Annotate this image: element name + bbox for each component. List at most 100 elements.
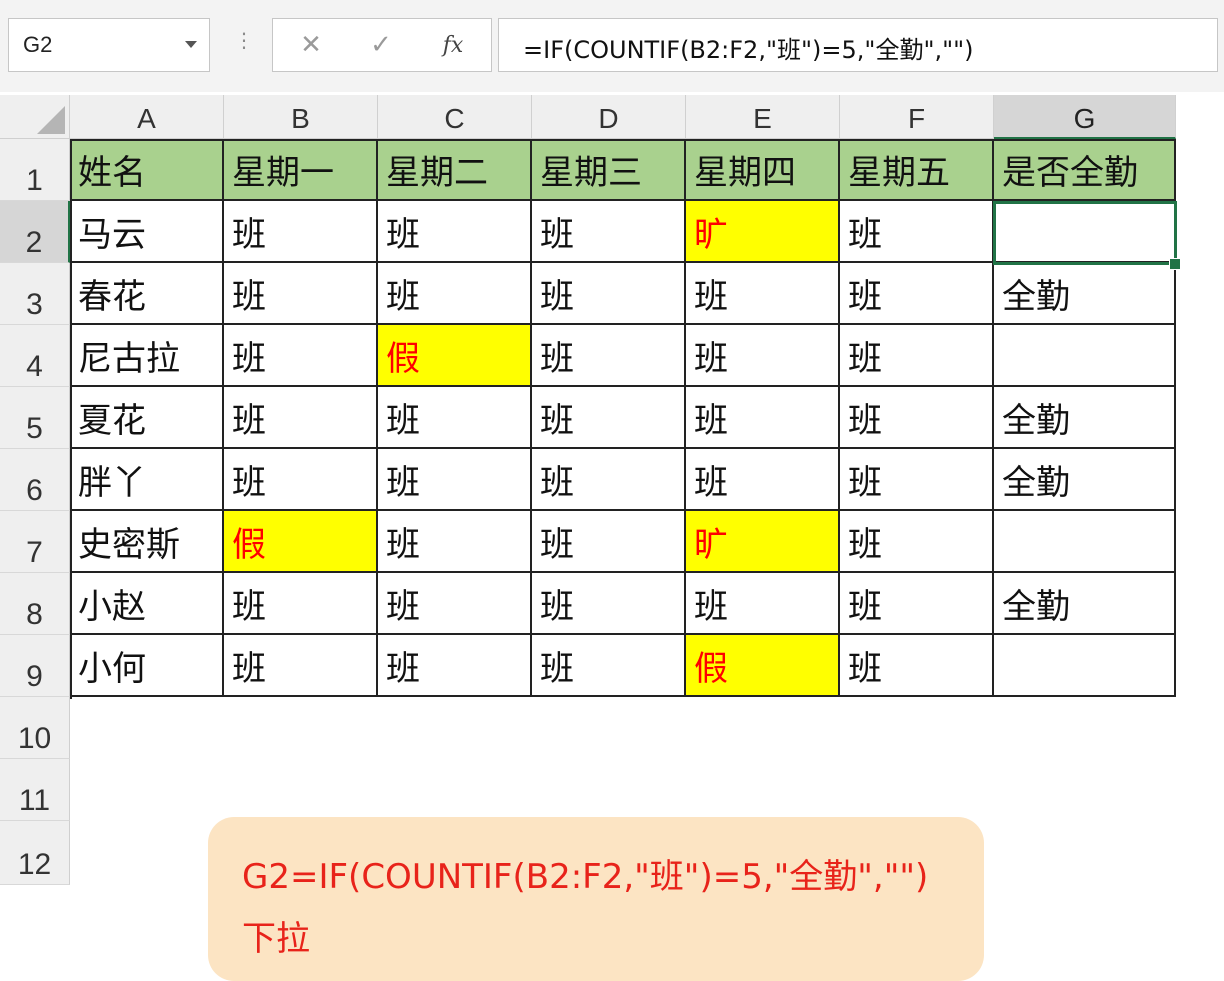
table-cell[interactable]: 班 bbox=[532, 263, 686, 325]
row-header-8[interactable]: 8 bbox=[0, 573, 70, 635]
table-cell[interactable]: 班 bbox=[686, 325, 840, 387]
row-header-6[interactable]: 6 bbox=[0, 449, 70, 511]
table-cell[interactable]: 班 bbox=[224, 449, 378, 511]
table-cell[interactable]: 班 bbox=[686, 449, 840, 511]
table-cell[interactable] bbox=[994, 635, 1176, 697]
formula-buttons: ✕ ✓ fx bbox=[272, 18, 492, 72]
table-header-cell[interactable]: 姓名 bbox=[70, 139, 224, 201]
more-options-icon[interactable]: ⋮ bbox=[234, 30, 254, 50]
table-cell[interactable] bbox=[994, 325, 1176, 387]
table-cell[interactable]: 班 bbox=[224, 325, 378, 387]
formula-input[interactable]: =IF(COUNTIF(B2:F2,"班")=5,"全勤","") bbox=[498, 18, 1218, 72]
row-header-1[interactable]: 1 bbox=[0, 139, 70, 201]
column-header-g[interactable]: G bbox=[994, 95, 1176, 139]
table-cell[interactable]: 班 bbox=[532, 511, 686, 573]
table-cell[interactable]: 班 bbox=[378, 263, 532, 325]
insert-function-icon[interactable]: fx bbox=[423, 19, 483, 71]
row-header-9[interactable]: 9 bbox=[0, 635, 70, 697]
formula-bar: G2 ⋮ ✕ ✓ fx =IF(COUNTIF(B2:F2,"班")=5,"全勤… bbox=[0, 0, 1224, 92]
select-all-icon bbox=[37, 106, 65, 134]
table-cell[interactable]: 班 bbox=[686, 573, 840, 635]
table-cell[interactable]: 小赵 bbox=[70, 573, 224, 635]
row-header-4[interactable]: 4 bbox=[0, 325, 70, 387]
table-cell[interactable]: 全勤 bbox=[994, 387, 1176, 449]
active-cell-selection[interactable] bbox=[993, 201, 1177, 265]
select-all-button[interactable] bbox=[0, 95, 70, 139]
table-cell[interactable]: 班 bbox=[840, 201, 994, 263]
table-cell[interactable]: 班 bbox=[840, 449, 994, 511]
column-header-b[interactable]: B bbox=[224, 95, 378, 139]
row-header-12[interactable]: 12 bbox=[0, 821, 70, 885]
table-header-cell[interactable]: 星期五 bbox=[840, 139, 994, 201]
table-cell[interactable]: 班 bbox=[378, 201, 532, 263]
table-cell[interactable]: 班 bbox=[224, 201, 378, 263]
row-header-7[interactable]: 7 bbox=[0, 511, 70, 573]
column-header-d[interactable]: D bbox=[532, 95, 686, 139]
fill-handle[interactable] bbox=[1169, 258, 1181, 270]
table-cell[interactable]: 马云 bbox=[70, 201, 224, 263]
table-cell[interactable]: 假 bbox=[224, 511, 378, 573]
table-cell[interactable]: 班 bbox=[532, 201, 686, 263]
worksheet-grid: ABCDEFG 1 2 3 4 5 6 7 8 9 10 11 12 姓名 星期一 星期二 星期三 星期四 星期… bbox=[0, 95, 1224, 981]
table-cell[interactable]: 班 bbox=[532, 325, 686, 387]
table-cell[interactable]: 假 bbox=[378, 325, 532, 387]
table-cell[interactable]: 春花 bbox=[70, 263, 224, 325]
table-cell[interactable]: 班 bbox=[840, 573, 994, 635]
note-instruction-text: 下拉 bbox=[242, 919, 310, 959]
table-cell[interactable]: 小何 bbox=[70, 635, 224, 697]
table-cell[interactable]: 班 bbox=[224, 635, 378, 697]
table-cell[interactable]: 全勤 bbox=[994, 263, 1176, 325]
table-cell[interactable]: 班 bbox=[532, 449, 686, 511]
table-cell[interactable]: 班 bbox=[224, 387, 378, 449]
table-header-cell[interactable]: 星期四 bbox=[686, 139, 840, 201]
row-header-5[interactable]: 5 bbox=[0, 387, 70, 449]
column-header-e[interactable]: E bbox=[686, 95, 840, 139]
formula-text: =IF(COUNTIF(B2:F2,"班")=5,"全勤","") bbox=[523, 36, 974, 64]
table-cell[interactable]: 班 bbox=[224, 573, 378, 635]
chevron-down-icon[interactable] bbox=[185, 41, 197, 48]
table-cell[interactable]: 旷 bbox=[686, 511, 840, 573]
table-cell[interactable]: 胖丫 bbox=[70, 449, 224, 511]
table-cell[interactable]: 班 bbox=[840, 325, 994, 387]
table-cell[interactable]: 班 bbox=[686, 387, 840, 449]
table-cell[interactable]: 班 bbox=[378, 573, 532, 635]
table-cell[interactable]: 旷 bbox=[686, 201, 840, 263]
formula-note: G2=IF(COUNTIF(B2:F2,"班")=5,"全勤","") 下拉 bbox=[208, 817, 984, 981]
table-cell[interactable]: 班 bbox=[532, 573, 686, 635]
table-cell[interactable]: 班 bbox=[378, 635, 532, 697]
table-cell[interactable]: 班 bbox=[840, 387, 994, 449]
table-cell[interactable]: 班 bbox=[840, 263, 994, 325]
row-header-2[interactable]: 2 bbox=[0, 201, 70, 263]
table-cell[interactable]: 全勤 bbox=[994, 573, 1176, 635]
note-formula-text: G2=IF(COUNTIF(B2:F2,"班")=5,"全勤","") bbox=[242, 857, 929, 897]
name-box-value: G2 bbox=[23, 32, 53, 57]
column-header-f[interactable]: F bbox=[840, 95, 994, 139]
table-cell[interactable]: 史密斯 bbox=[70, 511, 224, 573]
table-cell[interactable]: 班 bbox=[840, 511, 994, 573]
table-cell[interactable]: 尼古拉 bbox=[70, 325, 224, 387]
table-cell[interactable]: 班 bbox=[224, 263, 378, 325]
table-header-cell[interactable]: 星期三 bbox=[532, 139, 686, 201]
table-cell[interactable] bbox=[994, 511, 1176, 573]
column-header-c[interactable]: C bbox=[378, 95, 532, 139]
table-cell[interactable]: 班 bbox=[686, 263, 840, 325]
table-cell[interactable]: 班 bbox=[378, 511, 532, 573]
row-header-10[interactable]: 10 bbox=[0, 697, 70, 759]
column-header-a[interactable]: A bbox=[70, 95, 224, 139]
table-cell[interactable]: 班 bbox=[532, 387, 686, 449]
table-header-cell[interactable]: 是否全勤 bbox=[994, 139, 1176, 201]
enter-icon[interactable]: ✓ bbox=[351, 19, 411, 71]
table-cell[interactable]: 全勤 bbox=[994, 449, 1176, 511]
name-box[interactable]: G2 bbox=[8, 18, 210, 72]
table-cell[interactable]: 班 bbox=[840, 635, 994, 697]
table-cell[interactable]: 班 bbox=[378, 449, 532, 511]
table-cell[interactable]: 班 bbox=[378, 387, 532, 449]
table-cell[interactable]: 假 bbox=[686, 635, 840, 697]
table-cell[interactable]: 班 bbox=[532, 635, 686, 697]
table-header-cell[interactable]: 星期二 bbox=[378, 139, 532, 201]
row-header-11[interactable]: 11 bbox=[0, 759, 70, 821]
row-header-3[interactable]: 3 bbox=[0, 263, 70, 325]
cancel-icon[interactable]: ✕ bbox=[281, 19, 341, 71]
table-cell[interactable]: 夏花 bbox=[70, 387, 224, 449]
table-header-cell[interactable]: 星期一 bbox=[224, 139, 378, 201]
